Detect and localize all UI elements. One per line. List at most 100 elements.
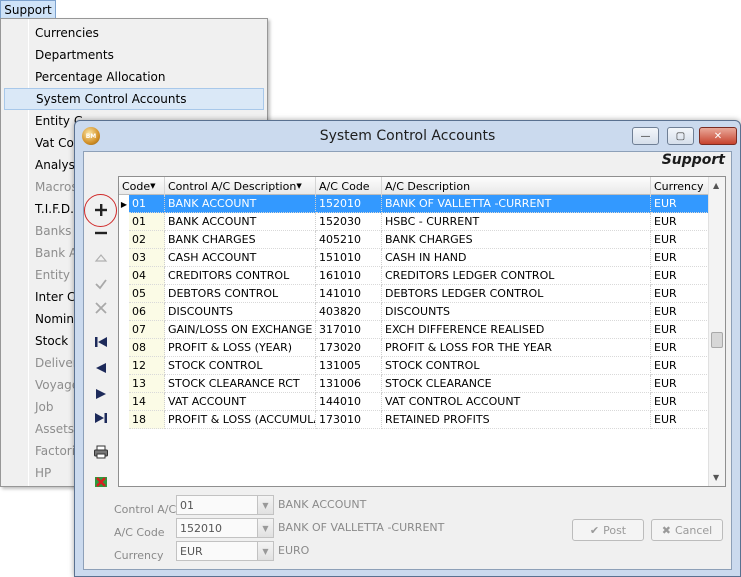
table-row[interactable]: 05 DEBTORS CONTROL 141010 DEBTORS LEDGER CO…: [129, 285, 719, 303]
export-button[interactable]: [91, 472, 111, 492]
table-cell[interactable]: 144010: [316, 393, 382, 411]
table-cell[interactable]: BANK ACCOUNT: [165, 195, 316, 213]
table-cell[interactable]: RETAINED PROFITS: [382, 411, 651, 429]
table-cell[interactable]: CREDITORS CONTROL: [165, 267, 316, 285]
table-cell[interactable]: 13: [129, 375, 165, 393]
print-button[interactable]: [91, 442, 111, 462]
close-button[interactable]: ✕: [699, 127, 737, 145]
table-row[interactable]: 18PROFIT & LOSS (ACCUMULATE173010RETAINE…: [129, 411, 719, 429]
table-cell[interactable]: 05: [129, 285, 165, 303]
table-cell[interactable]: 152030: [316, 213, 382, 231]
table-cell[interactable]: CASH IN HAND: [382, 249, 651, 267]
table-cell[interactable]: 06: [129, 303, 165, 321]
table-cell[interactable]: EUR: [651, 375, 709, 393]
table-cell[interactable]: EXCH DIFFERENCE REALISED: [382, 321, 651, 339]
table-cell[interactable]: 04: [129, 267, 165, 285]
table-cell[interactable]: EUR: [651, 321, 709, 339]
table-cell[interactable]: BANK OF VALLETTA -CURRENT: [382, 195, 651, 213]
table-row[interactable]: 08 PROFIT & LOSS (YEAR) 173020 PROFIT & LOS…: [129, 339, 719, 357]
table-cell[interactable]: 07: [129, 321, 165, 339]
table-row[interactable]: 04 CREDITORS CONTROL 161010 CREDITORS LEDGE…: [129, 267, 719, 285]
table-cell[interactable]: EUR: [651, 213, 709, 231]
menu-item[interactable]: Departments: [4, 44, 264, 66]
menu-item[interactable]: System Control Accounts: [4, 88, 264, 110]
table-cell[interactable]: PROFIT & LOSS (YEAR): [165, 339, 316, 357]
table-cell[interactable]: VAT CONTROL ACCOUNT: [382, 393, 651, 411]
menu-item[interactable]: Percentage Allocation: [4, 66, 264, 88]
table-cell[interactable]: 151010: [316, 249, 382, 267]
currency-combo[interactable]: EUR ▼: [176, 541, 274, 561]
table-cell[interactable]: 173010: [316, 411, 382, 429]
column-header[interactable]: Code ▼: [119, 177, 165, 195]
table-cell[interactable]: PROFIT & LOSS (ACCUMULATE: [165, 411, 316, 429]
table-cell[interactable]: 152010: [316, 195, 382, 213]
table-cell[interactable]: BANK CHARGES: [165, 231, 316, 249]
table-cell[interactable]: EUR: [651, 411, 709, 429]
table-row[interactable]: 01 BANK ACCOUNT 152030 HSBC - CURRENT EUR: [129, 213, 719, 231]
table-cell[interactable]: GAIN/LOSS ON EXCHANGE: [165, 321, 316, 339]
scrollbar-thumb[interactable]: [711, 332, 723, 348]
table-cell[interactable]: 02: [129, 231, 165, 249]
grid-vertical-scrollbar[interactable]: ▲ ▼: [708, 177, 725, 486]
sort-dropdown-icon[interactable]: ▼: [150, 182, 155, 190]
table-cell[interactable]: 01: [129, 195, 165, 213]
menu-item[interactable]: Currencies: [4, 22, 264, 44]
table-cell[interactable]: EUR: [651, 285, 709, 303]
column-header[interactable]: A/C Code: [316, 177, 382, 195]
scroll-up-icon[interactable]: ▲: [713, 181, 719, 190]
maximize-button[interactable]: ▢: [667, 127, 694, 145]
table-cell[interactable]: VAT ACCOUNT: [165, 393, 316, 411]
table-cell[interactable]: 131006: [316, 375, 382, 393]
table-cell[interactable]: 14: [129, 393, 165, 411]
table-cell[interactable]: DEBTORS CONTROL: [165, 285, 316, 303]
table-cell[interactable]: 12: [129, 357, 165, 375]
table-cell[interactable]: 403820: [316, 303, 382, 321]
menubar-support[interactable]: Support: [0, 0, 56, 19]
table-cell[interactable]: 405210: [316, 231, 382, 249]
table-cell[interactable]: 03: [129, 249, 165, 267]
table-cell[interactable]: STOCK CLEARANCE: [382, 375, 651, 393]
table-cell[interactable]: CREDITORS LEDGER CONTROL: [382, 267, 651, 285]
table-cell[interactable]: 141010: [316, 285, 382, 303]
sort-dropdown-icon[interactable]: ▼: [296, 182, 301, 190]
table-cell[interactable]: 131005: [316, 357, 382, 375]
first-record-button[interactable]: [91, 332, 111, 352]
table-row[interactable]: 06 DISCOUNTS 403820 DISCOUNTS EUR: [129, 303, 719, 321]
table-cell[interactable]: EUR: [651, 267, 709, 285]
table-row[interactable]: 03 CASH ACCOUNT 151010 CASH IN HAND EUR: [129, 249, 719, 267]
table-cell[interactable]: BANK CHARGES: [382, 231, 651, 249]
table-cell[interactable]: EUR: [651, 393, 709, 411]
table-cell[interactable]: 01: [129, 213, 165, 231]
column-header[interactable]: Currency: [651, 177, 709, 195]
table-cell[interactable]: EUR: [651, 195, 709, 213]
table-cell[interactable]: 161010: [316, 267, 382, 285]
table-cell[interactable]: STOCK CONTROL: [165, 357, 316, 375]
accounts-grid[interactable]: Code ▼ Control A/C Description ▼ A/C Code A…: [118, 176, 726, 487]
table-cell[interactable]: EUR: [651, 249, 709, 267]
add-record-button[interactable]: [91, 200, 111, 220]
confirm-record-button[interactable]: [91, 274, 111, 294]
table-cell[interactable]: DISCOUNTS: [165, 303, 316, 321]
table-row[interactable]: 02 BANK CHARGES 405210 BANK CHARGES EUR: [129, 231, 719, 249]
table-row[interactable]: 14 VAT ACCOUNT 144010 VAT CONTROL ACCOUNT EU…: [129, 393, 719, 411]
post-button[interactable]: ✔ Post: [572, 519, 644, 541]
last-record-button[interactable]: [91, 408, 111, 428]
scroll-down-icon[interactable]: ▼: [713, 473, 719, 482]
cancel-button[interactable]: ✖ Cancel: [651, 519, 723, 541]
table-cell[interactable]: 18: [129, 411, 165, 429]
chevron-down-icon[interactable]: ▼: [257, 542, 273, 560]
prior-record-button[interactable]: [91, 358, 111, 378]
ac-code-combo[interactable]: 152010 ▼: [176, 518, 274, 538]
edit-record-button[interactable]: [91, 248, 111, 268]
chevron-down-icon[interactable]: ▼: [257, 496, 273, 514]
table-cell[interactable]: EUR: [651, 303, 709, 321]
table-cell[interactable]: CASH ACCOUNT: [165, 249, 316, 267]
table-cell[interactable]: BANK ACCOUNT: [165, 213, 316, 231]
table-row[interactable]: 07 GAIN/LOSS ON EXCHANGE 317010 EXCH DIFFER…: [129, 321, 719, 339]
table-cell[interactable]: EUR: [651, 231, 709, 249]
table-cell[interactable]: EUR: [651, 339, 709, 357]
window-titlebar[interactable]: BM System Control Accounts — ▢ ✕: [75, 121, 740, 151]
table-cell[interactable]: 317010: [316, 321, 382, 339]
chevron-down-icon[interactable]: ▼: [257, 519, 273, 537]
delete-record-button[interactable]: [91, 223, 111, 243]
